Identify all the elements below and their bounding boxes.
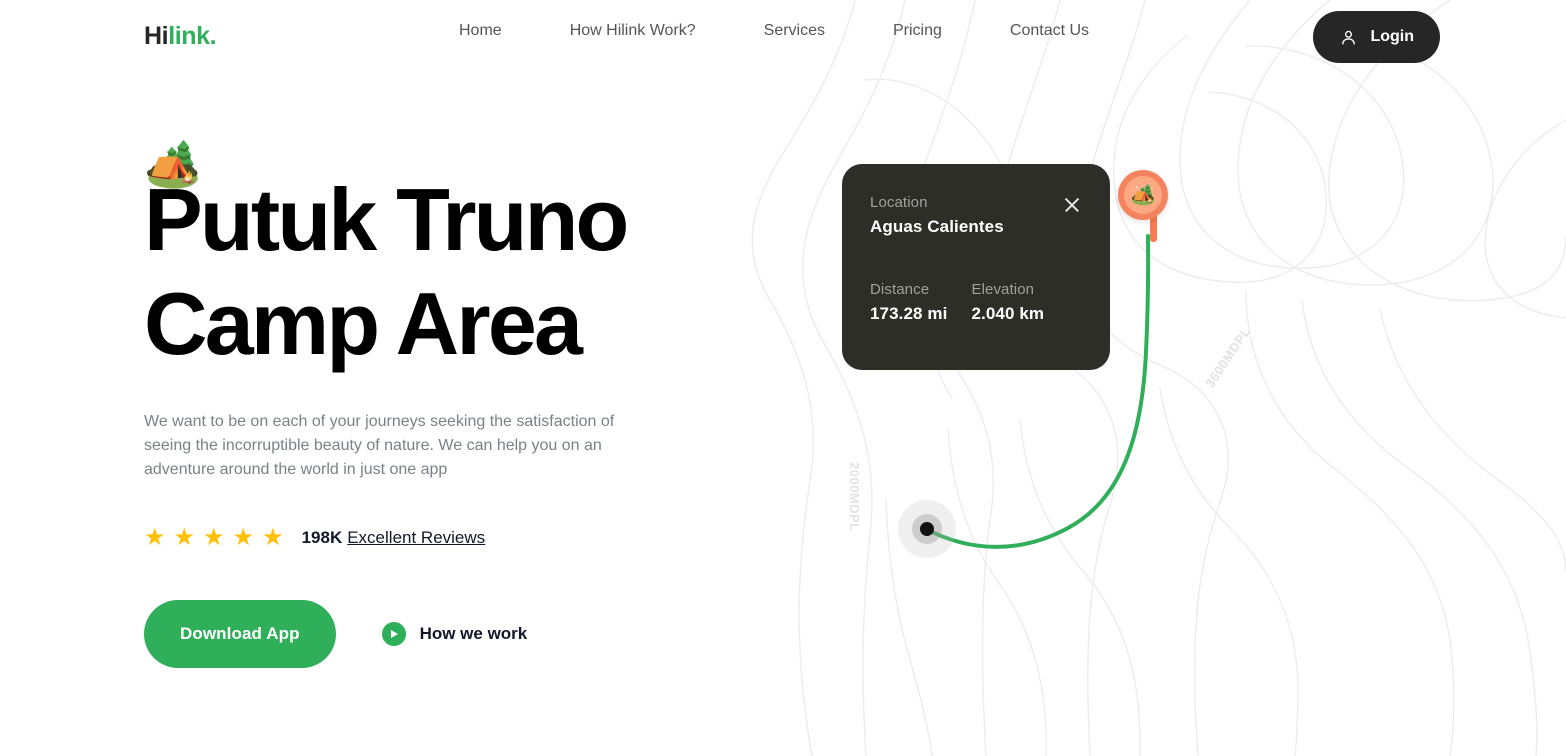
hero-title-line-1: Putuk Truno bbox=[144, 170, 627, 269]
nav-item-how-hilink-work[interactable]: How Hilink Work? bbox=[570, 22, 696, 40]
trail-start-core bbox=[920, 522, 934, 536]
reviews-count: 198K bbox=[302, 528, 343, 548]
cta-row: Download App How we work bbox=[144, 600, 764, 668]
star-icon: ★ bbox=[233, 526, 255, 550]
campsite-marker-icon[interactable]: 🏕️ bbox=[1118, 170, 1188, 248]
how-we-work-label: How we work bbox=[420, 624, 528, 644]
page-title: Putuk Truno Camp Area bbox=[144, 168, 764, 376]
hero-section: 🏕️ Putuk Truno Camp Area We want to be o… bbox=[144, 130, 764, 668]
elevation-value: 2.040 km bbox=[971, 304, 1044, 324]
elevation-stat: Elevation 2.040 km bbox=[971, 281, 1044, 324]
navbar: Hilink. Home How Hilink Work? Services P… bbox=[0, 0, 1566, 76]
distance-label: Distance bbox=[870, 281, 947, 298]
elevation-label: Elevation bbox=[971, 281, 1044, 298]
star-rating: ★ ★ ★ ★ ★ bbox=[144, 526, 284, 550]
download-app-button[interactable]: Download App bbox=[144, 600, 336, 668]
location-info-card: Location Aguas Calientes Distance 173.28… bbox=[842, 164, 1110, 370]
logo-accent: link. bbox=[168, 22, 216, 50]
pin-emoji: 🏕️ bbox=[1124, 176, 1162, 214]
nav-item-pricing[interactable]: Pricing bbox=[893, 22, 942, 40]
trail-start-marker-icon[interactable] bbox=[898, 500, 956, 558]
hero-description: We want to be on each of your journeys s… bbox=[144, 410, 659, 482]
location-value: Aguas Calientes bbox=[870, 217, 1004, 237]
card-stats: Distance 173.28 mi Elevation 2.040 km bbox=[870, 281, 1082, 324]
star-icon: ★ bbox=[174, 526, 196, 550]
distance-value: 173.28 mi bbox=[870, 304, 947, 324]
how-we-work-button[interactable]: How we work bbox=[382, 622, 528, 646]
user-icon bbox=[1339, 28, 1358, 47]
contour-lines bbox=[690, 0, 1566, 756]
nav-item-contact-us[interactable]: Contact Us bbox=[1010, 22, 1089, 40]
star-icon: ★ bbox=[262, 526, 284, 550]
star-icon: ★ bbox=[144, 526, 166, 550]
location-block: Location Aguas Calientes bbox=[870, 194, 1004, 237]
nav-item-home[interactable]: Home bbox=[459, 22, 502, 40]
star-icon: ★ bbox=[203, 526, 225, 550]
hero-title-line-2: Camp Area bbox=[144, 274, 580, 373]
trail-start-ring bbox=[912, 514, 942, 544]
contour-label-2000: 2000MDPL bbox=[847, 462, 862, 532]
location-label: Location bbox=[870, 194, 1004, 211]
distance-stat: Distance 173.28 mi bbox=[870, 281, 947, 324]
landing-page: 2000MDPL 3600MDPL 🏕️ Location Aguas Cali… bbox=[0, 0, 1566, 756]
rating-row: ★ ★ ★ ★ ★ 198K Excellent Reviews bbox=[144, 526, 764, 550]
nav-links: Home How Hilink Work? Services Pricing C… bbox=[459, 22, 1089, 40]
topographic-map: 2000MDPL 3600MDPL 🏕️ bbox=[690, 0, 1566, 756]
close-icon[interactable] bbox=[1062, 195, 1082, 215]
logo[interactable]: Hilink. bbox=[144, 22, 216, 51]
play-triangle bbox=[391, 630, 398, 638]
play-circle-icon bbox=[382, 622, 406, 646]
login-button-label: Login bbox=[1370, 28, 1414, 46]
nav-item-services[interactable]: Services bbox=[764, 22, 825, 40]
logo-primary: Hi bbox=[144, 22, 168, 50]
reviews-link[interactable]: Excellent Reviews bbox=[347, 528, 485, 548]
pin-bubble: 🏕️ bbox=[1118, 170, 1168, 220]
card-header: Location Aguas Calientes bbox=[870, 194, 1082, 237]
login-button[interactable]: Login bbox=[1313, 11, 1440, 63]
